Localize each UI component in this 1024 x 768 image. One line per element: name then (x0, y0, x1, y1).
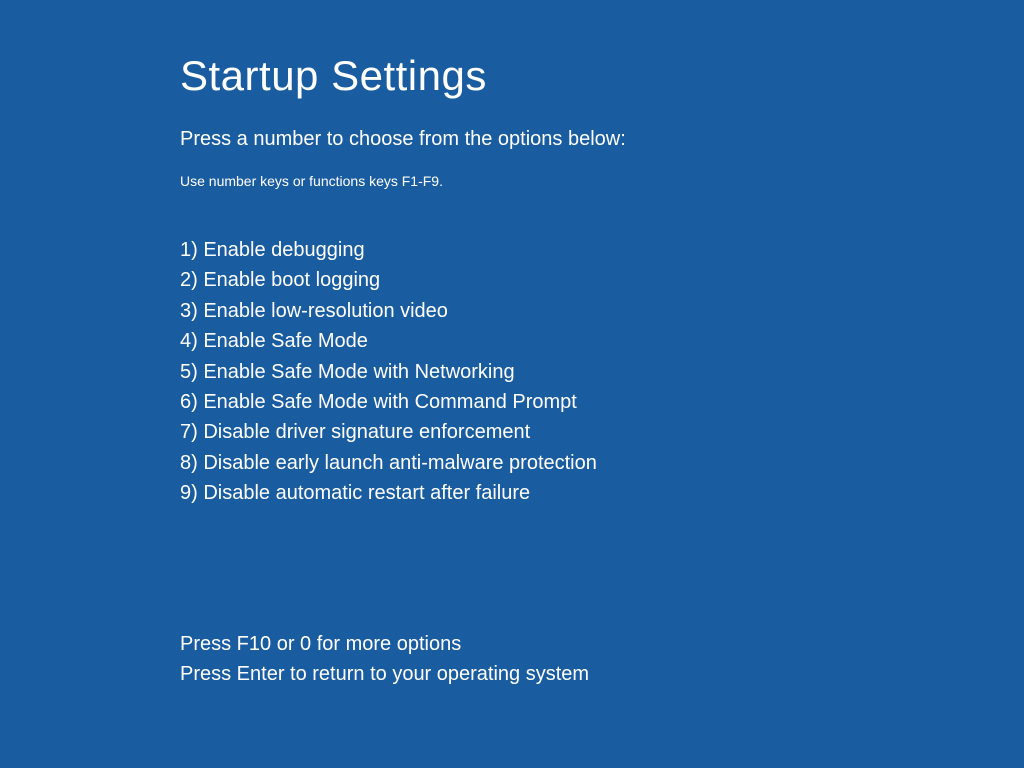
startup-settings-screen: Startup Settings Press a number to choos… (0, 0, 1024, 689)
option-enable-low-resolution-video[interactable]: 3) Enable low-resolution video (180, 296, 1024, 326)
option-disable-driver-signature-enforcement[interactable]: 7) Disable driver signature enforcement (180, 417, 1024, 447)
option-disable-early-launch-antimalware[interactable]: 8) Disable early launch anti-malware pro… (180, 448, 1024, 478)
option-enable-safe-mode-command-prompt[interactable]: 6) Enable Safe Mode with Command Prompt (180, 387, 1024, 417)
page-title: Startup Settings (180, 52, 1024, 100)
option-enable-safe-mode-networking[interactable]: 5) Enable Safe Mode with Networking (180, 357, 1024, 387)
more-options-hint: Press F10 or 0 for more options (180, 629, 1024, 659)
option-enable-boot-logging[interactable]: 2) Enable boot logging (180, 265, 1024, 295)
subtitle: Press a number to choose from the option… (180, 128, 1024, 151)
return-hint: Press Enter to return to your operating … (180, 659, 1024, 689)
footer: Press F10 or 0 for more options Press En… (180, 629, 1024, 689)
hint-text: Use number keys or functions keys F1-F9. (180, 173, 1024, 189)
option-enable-safe-mode[interactable]: 4) Enable Safe Mode (180, 326, 1024, 356)
option-enable-debugging[interactable]: 1) Enable debugging (180, 235, 1024, 265)
option-disable-automatic-restart[interactable]: 9) Disable automatic restart after failu… (180, 478, 1024, 508)
options-list: 1) Enable debugging 2) Enable boot loggi… (180, 235, 1024, 509)
